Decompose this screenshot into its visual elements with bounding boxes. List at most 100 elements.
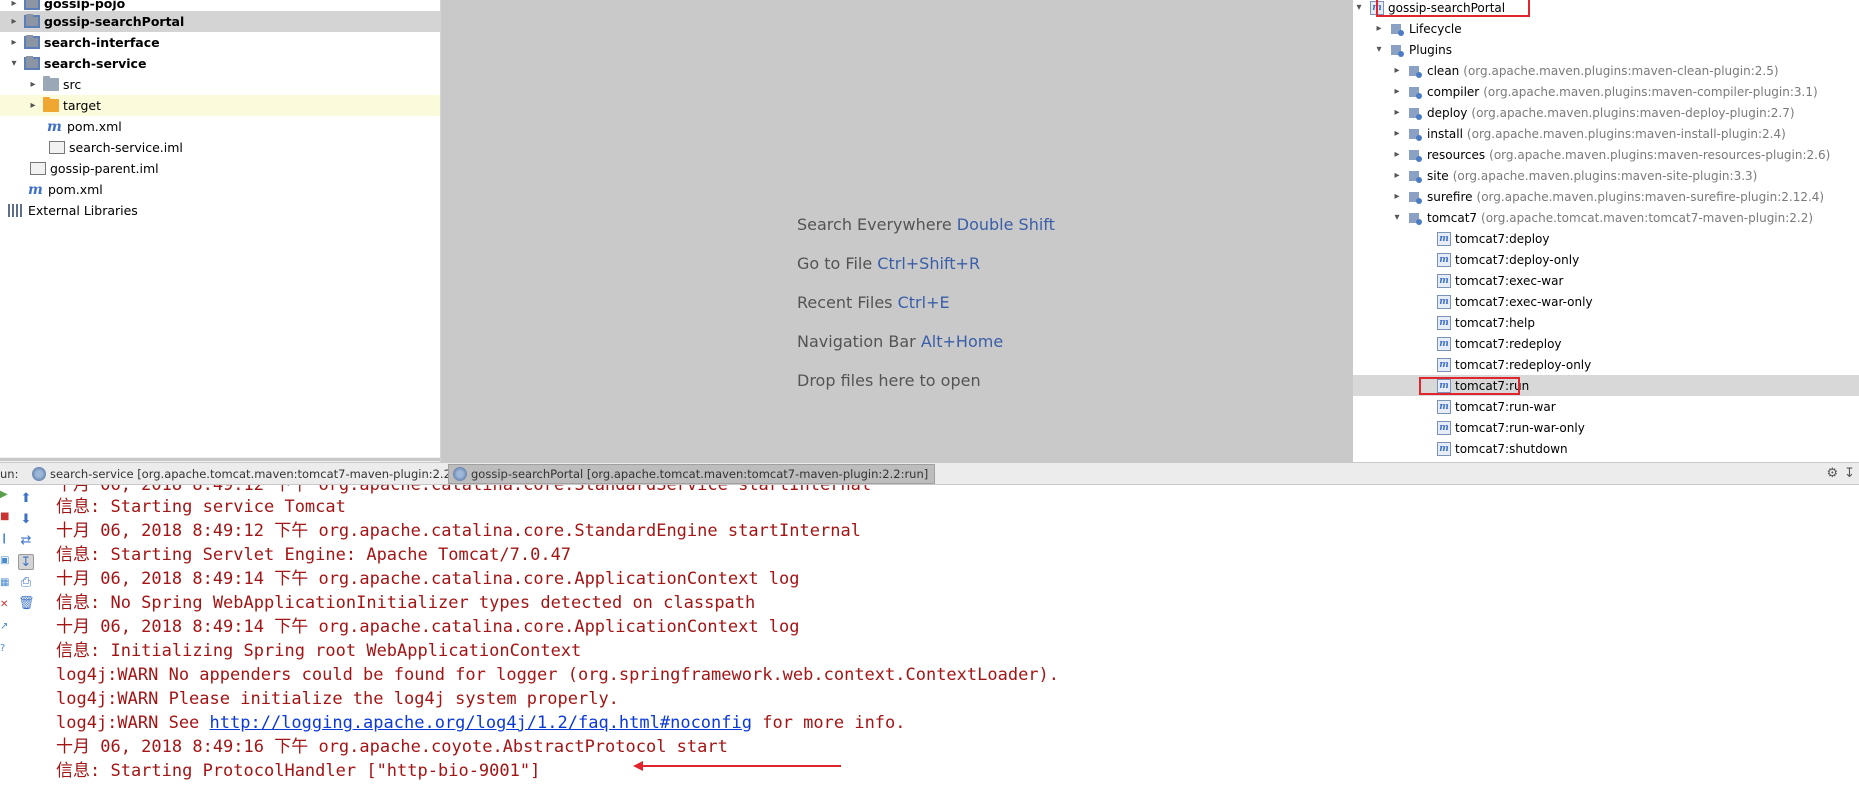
- tree-item-label: search-service: [44, 56, 147, 71]
- run-tab-label: gossip-searchPortal [org.apache.tomcat.m…: [471, 467, 929, 481]
- chevron-right-icon[interactable]: ▸: [1391, 128, 1403, 139]
- print-icon[interactable]: ⎙: [18, 575, 34, 591]
- scrollbar-thumb[interactable]: [0, 458, 440, 461]
- maven-goal-tomcat7-run[interactable]: m tomcat7:run: [1353, 375, 1859, 396]
- maven-goal-tomcat7-deploy[interactable]: m tomcat7:deploy: [1353, 228, 1859, 249]
- module-folder-icon: [24, 14, 40, 28]
- goal-label: tomcat7:help: [1455, 315, 1536, 330]
- annotation-arrow-line: [638, 765, 841, 767]
- maven-plugin-surefire[interactable]: ▸ surefire (org.apache.maven.plugins:maven…: [1353, 186, 1859, 207]
- maven-goal-tomcat7-help[interactable]: m tomcat7:help: [1353, 312, 1859, 333]
- log4j-faq-link[interactable]: http://logging.apache.org/log4j/1.2/faq.…: [210, 713, 752, 733]
- chevron-right-icon[interactable]: ▸: [8, 16, 20, 27]
- hint-recent-files: Recent Files Ctrl+E: [797, 293, 950, 312]
- chevron-right-icon[interactable]: ▸: [1391, 170, 1403, 181]
- annotation-arrow-head: [633, 761, 643, 771]
- scroll-to-end-icon[interactable]: ↧: [18, 554, 34, 570]
- hide-panel-icon[interactable]: ↧: [1844, 466, 1855, 481]
- tree-item-external-libraries[interactable]: External Libraries: [0, 200, 440, 221]
- plugin-icon: [1408, 85, 1423, 99]
- tree-item-search-service-iml[interactable]: search-service.iml: [0, 137, 440, 158]
- maven-goal-tomcat7-run-war[interactable]: m tomcat7:run-war: [1353, 396, 1859, 417]
- maven-plugin-resources[interactable]: ▸ resources (org.apache.maven.plugins:mave…: [1353, 144, 1859, 165]
- maven-goal-icon: m: [1437, 273, 1451, 288]
- tree-item-root-pom-xml[interactable]: m pom.xml: [0, 179, 440, 200]
- stop-icon[interactable]: ■: [0, 511, 9, 523]
- plugin-name: site: [1427, 168, 1449, 183]
- chevron-right-icon[interactable]: ▸: [1391, 86, 1403, 97]
- chevron-down-icon[interactable]: ▾: [1373, 44, 1385, 55]
- chevron-right-icon[interactable]: ▸: [8, 0, 20, 9]
- trash-icon[interactable]: 🗑: [18, 596, 35, 612]
- dump-icon[interactable]: ▣: [0, 555, 9, 567]
- console-line: 信息: Starting service Tomcat: [56, 497, 346, 517]
- tree-item-target[interactable]: ▸ target: [0, 95, 440, 116]
- run-tool-window-header: un: search-service [org.apache.tomcat.ma…: [0, 462, 1859, 485]
- chevron-right-icon[interactable]: ▸: [1391, 107, 1403, 118]
- pause-icon[interactable]: ❙: [0, 533, 8, 545]
- help-icon[interactable]: ?: [0, 643, 6, 655]
- rerun-icon[interactable]: ▶: [0, 489, 8, 501]
- maven-goal-tomcat7-shutdown[interactable]: m tomcat7:shutdown: [1353, 438, 1859, 459]
- maven-goal-tomcat7-redeploy[interactable]: m tomcat7:redeploy: [1353, 333, 1859, 354]
- plugin-coords: (org.apache.maven.plugins:maven-clean-pl…: [1463, 63, 1779, 78]
- up-arrow-icon[interactable]: ⬆: [18, 491, 34, 507]
- excluded-folder-icon: [43, 97, 59, 112]
- tree-item-gossip-searchportal[interactable]: ▸ gossip-searchPortal: [0, 11, 440, 32]
- close-icon[interactable]: ✕: [0, 599, 8, 611]
- plugin-icon: [1408, 64, 1423, 78]
- maven-goal-tomcat7-exec-war[interactable]: m tomcat7:exec-war: [1353, 270, 1859, 291]
- maven-goal-icon: m: [1437, 441, 1451, 456]
- pin-icon[interactable]: ↗: [0, 621, 8, 633]
- run-tab-label: search-service [org.apache.tomcat.maven:…: [50, 467, 479, 481]
- chevron-right-icon[interactable]: ▸: [27, 79, 39, 90]
- maven-plugin-clean[interactable]: ▸ clean (org.apache.maven.plugins:maven-cl…: [1353, 60, 1859, 81]
- maven-goal-icon: m: [1437, 294, 1451, 309]
- hint-navigation-bar: Navigation Bar Alt+Home: [797, 332, 1003, 351]
- chevron-right-icon[interactable]: ▸: [1391, 191, 1403, 202]
- maven-plugin-deploy[interactable]: ▸ deploy (org.apache.maven.plugins:maven-d…: [1353, 102, 1859, 123]
- hint-text: Recent Files: [797, 293, 893, 312]
- chevron-right-icon[interactable]: ▸: [1391, 149, 1403, 160]
- maven-plugins[interactable]: ▾ Plugins: [1353, 39, 1859, 60]
- tree-item-pom-xml[interactable]: m pom.xml: [0, 116, 440, 137]
- tree-item-search-interface[interactable]: ▸ search-interface: [0, 32, 440, 53]
- chevron-right-icon[interactable]: ▸: [27, 100, 39, 111]
- maven-plugin-compiler[interactable]: ▸ compiler (org.apache.maven.plugins:maven…: [1353, 81, 1859, 102]
- hint-text: Navigation Bar: [797, 332, 916, 351]
- maven-plugin-install[interactable]: ▸ install (org.apache.maven.plugins:maven-…: [1353, 123, 1859, 144]
- console-line: 信息: Starting ProtocolHandler ["http-bio-…: [56, 761, 541, 781]
- maven-plugin-tomcat7[interactable]: ▾ tomcat7 (org.apache.tomcat.maven:tomcat7…: [1353, 207, 1859, 228]
- maven-goal-tomcat7-exec-war-only[interactable]: m tomcat7:exec-war-only: [1353, 291, 1859, 312]
- settings-icon[interactable]: ▦: [0, 577, 9, 589]
- soft-wrap-icon[interactable]: ⇄: [18, 533, 34, 549]
- tree-item-search-service[interactable]: ▾ search-service: [0, 53, 440, 74]
- maven-goal-icon: m: [1437, 252, 1451, 267]
- maven-plugin-site[interactable]: ▸ site (org.apache.maven.plugins:maven-sit…: [1353, 165, 1859, 186]
- chevron-down-icon[interactable]: ▾: [1391, 212, 1403, 223]
- chevron-down-icon[interactable]: ▾: [8, 58, 20, 69]
- tree-item-src[interactable]: ▸ src: [0, 74, 440, 95]
- down-arrow-icon[interactable]: ⬇: [18, 512, 34, 528]
- tree-item-label: pom.xml: [67, 119, 122, 134]
- console-text: for more info.: [751, 713, 906, 733]
- maven-projects-panel[interactable]: ▾ m gossip-searchPortal ▸ Lifecycle ▾ Pl…: [1352, 0, 1859, 462]
- gear-icon[interactable]: ⚙: [1826, 466, 1838, 481]
- chevron-down-icon[interactable]: ▾: [1353, 2, 1365, 13]
- plugin-name: compiler: [1427, 84, 1480, 99]
- maven-lifecycle[interactable]: ▸ Lifecycle: [1353, 18, 1859, 39]
- chevron-right-icon[interactable]: ▸: [8, 37, 20, 48]
- chevron-right-icon[interactable]: ▸: [1391, 65, 1403, 76]
- run-tab-search-service[interactable]: search-service [org.apache.tomcat.maven:…: [28, 464, 486, 484]
- project-tree[interactable]: ▸ gossip-pojo ▸ gossip-searchPortal ▸ se…: [0, 0, 441, 462]
- chevron-right-icon[interactable]: ▸: [1373, 23, 1385, 34]
- maven-root-gossip-searchportal[interactable]: ▾ m gossip-searchPortal: [1353, 0, 1859, 18]
- console-line: 十月 06, 2018 8:49:12 下午 org.apache.catali…: [56, 485, 872, 495]
- console-line: 十月 06, 2018 8:49:16 下午 org.apache.coyote…: [56, 737, 728, 757]
- run-tab-gossip-searchportal[interactable]: gossip-searchPortal [org.apache.tomcat.m…: [448, 464, 936, 484]
- maven-goal-tomcat7-run-war-only[interactable]: m tomcat7:run-war-only: [1353, 417, 1859, 438]
- maven-goal-tomcat7-deploy-only[interactable]: m tomcat7:deploy-only: [1353, 249, 1859, 270]
- console-output[interactable]: 十月 06, 2018 8:49:12 下午 org.apache.catali…: [40, 485, 1859, 793]
- maven-goal-tomcat7-redeploy-only[interactable]: m tomcat7:redeploy-only: [1353, 354, 1859, 375]
- tree-item-gossip-parent-iml[interactable]: gossip-parent.iml: [0, 158, 440, 179]
